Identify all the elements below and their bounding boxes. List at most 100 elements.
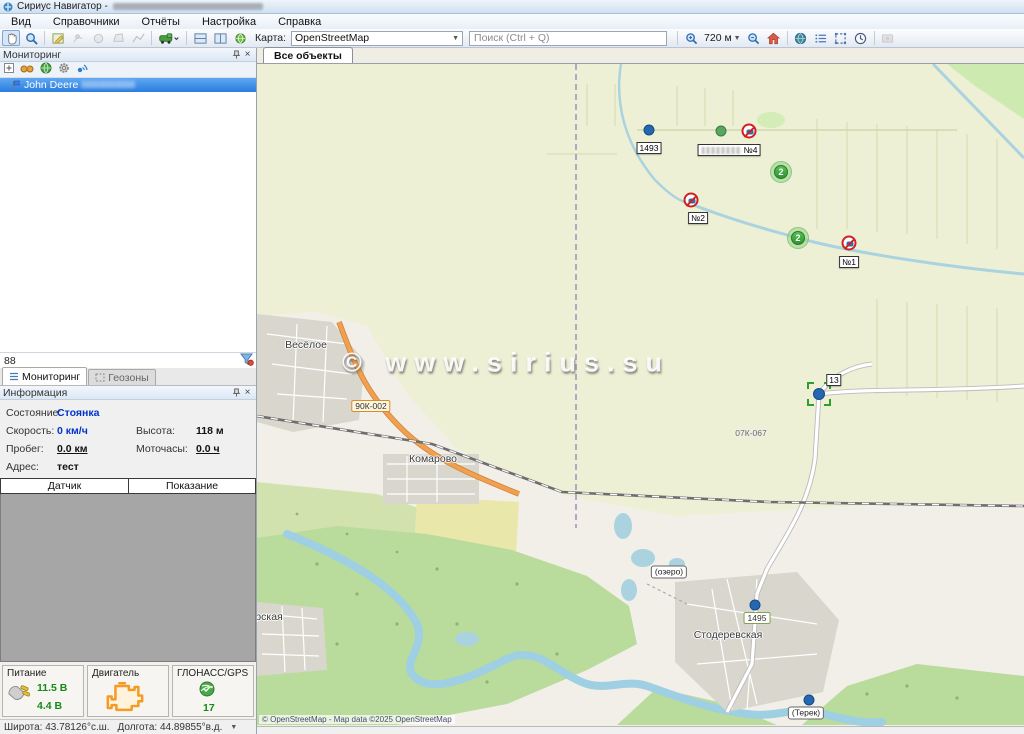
zoom-in-icon[interactable] [682, 30, 700, 46]
pan-tool-icon[interactable] [2, 30, 20, 46]
flag-icon [12, 80, 21, 90]
history-clock-icon[interactable] [852, 30, 870, 46]
screenshot-icon[interactable] [879, 30, 897, 46]
chevron-down-icon: ▼ [734, 35, 741, 42]
vehicle-dot-marker[interactable] [750, 600, 761, 611]
no-water-marker[interactable] [842, 236, 857, 251]
satellites-count: 17 [203, 702, 215, 714]
search-input[interactable] [470, 32, 666, 44]
geozones-frame-icon[interactable] [832, 30, 850, 46]
mileage-value: 0.0 км [57, 443, 88, 455]
menu-bar: Вид Справочники Отчёты Настройка Справка [0, 14, 1024, 29]
sensors-table-body[interactable] [0, 494, 256, 662]
show-on-map-icon[interactable] [40, 62, 52, 77]
column-reading: Показание [129, 479, 255, 493]
marker-label: 1493 [637, 142, 662, 154]
globe-icon[interactable] [792, 30, 810, 46]
address-value: тест [57, 461, 79, 473]
menu-directories[interactable]: Справочники [42, 16, 131, 28]
split-screen-vertical-icon[interactable] [211, 30, 229, 46]
gps-gauge: ГЛОНАСС/GPS 17 [172, 665, 254, 717]
green-dot-marker[interactable] [716, 126, 727, 137]
legend-list-icon[interactable] [812, 30, 830, 46]
tab-monitoring[interactable]: Мониторинг [2, 367, 87, 385]
map-provider-select[interactable]: OpenStreetMap▼ [291, 31, 463, 46]
objects-tree[interactable]: John Deere 8888888888 [0, 78, 256, 352]
close-icon[interactable]: × [242, 49, 253, 60]
chevron-down-icon: ▼ [452, 35, 459, 42]
hours-label: Моточасы: [136, 443, 188, 455]
add-track-point-icon[interactable] [69, 30, 87, 46]
altitude-value: 118 м [196, 425, 224, 437]
map-3d-icon[interactable] [231, 30, 249, 46]
search-objects-icon[interactable] [20, 63, 34, 77]
redacted-title-text [113, 3, 263, 10]
state-value: Стоянка [57, 407, 99, 419]
zoom-out-icon[interactable] [745, 30, 763, 46]
info-panel-header: Информация × [0, 386, 256, 400]
chevron-down-icon[interactable]: ▼ [230, 724, 237, 731]
expand-all-icon[interactable] [4, 63, 14, 76]
altitude-label: Высота: [136, 425, 175, 437]
monitoring-toolbar [0, 62, 256, 78]
address-label: Адрес: [6, 461, 39, 473]
marker-label: №2 [688, 212, 708, 224]
power-plug-icon [6, 682, 30, 703]
menu-view[interactable]: Вид [0, 16, 42, 28]
satellite-icon [199, 681, 215, 697]
power-gauge: Питание 11.5 В 4.4 В [2, 665, 84, 717]
scale-select[interactable]: 720 м▼ [702, 32, 743, 44]
engine-icon [104, 682, 146, 712]
state-label: Состояние: [6, 407, 61, 419]
marker-label: 13 [826, 374, 841, 386]
cluster-marker[interactable]: 2 [770, 161, 792, 183]
gauges-row: Питание 11.5 В 4.4 В Двигатель ГЛОНАСС/G… [0, 662, 256, 719]
add-polyline-geozone-icon[interactable] [129, 30, 147, 46]
add-circle-geozone-icon[interactable] [89, 30, 107, 46]
monitoring-panel-title: Мониторинг [3, 49, 61, 61]
place-label: Стодеревская [694, 629, 763, 641]
no-water-marker[interactable] [742, 124, 757, 139]
engine-label: Двигатель [92, 668, 164, 679]
frame-icon [95, 373, 105, 382]
mileage-label: Пробег: [6, 443, 44, 455]
filter-input[interactable] [2, 354, 240, 368]
menu-reports[interactable]: Отчёты [131, 16, 191, 28]
no-water-marker[interactable] [684, 193, 699, 208]
home-icon[interactable] [765, 30, 783, 46]
settings-gear-icon[interactable] [58, 62, 70, 77]
vehicle-dot-marker[interactable] [804, 695, 815, 706]
vehicle-dot-marker[interactable] [644, 125, 655, 136]
vehicle-name: John Deere [24, 79, 78, 91]
filter-funnel-icon[interactable] [240, 353, 254, 369]
pin-icon[interactable] [231, 49, 242, 60]
info-panel-title: Информация [3, 387, 67, 399]
filter-row [0, 352, 256, 368]
map-canvas[interactable]: ВесёлоеКомаровоСтодеревскаярская90К-0020… [257, 64, 1024, 726]
marker-label: №1 [839, 256, 859, 268]
road-ref-label: 90К-002 [351, 400, 390, 412]
edit-map-icon[interactable] [49, 30, 67, 46]
cluster-marker[interactable]: 2 [787, 227, 809, 249]
column-sensor: Датчик [1, 479, 129, 493]
voltage-backup: 4.4 В [37, 700, 62, 712]
tree-item-vehicle[interactable]: John Deere 8888888888 [0, 78, 256, 92]
menu-help[interactable]: Справка [267, 16, 332, 28]
split-screen-horizontal-icon[interactable] [191, 30, 209, 46]
vehicles-menu-icon[interactable] [156, 30, 182, 46]
masked-marker-label: №4 [698, 144, 761, 156]
send-command-icon[interactable] [76, 62, 88, 77]
place-label: рская [257, 611, 283, 623]
add-polygon-geozone-icon[interactable] [109, 30, 127, 46]
tab-geozones[interactable]: Геозоны [88, 369, 155, 385]
map-tab-all-objects[interactable]: Все объекты [263, 47, 353, 63]
zoom-select-icon[interactable] [22, 30, 40, 46]
menu-settings[interactable]: Настройка [191, 16, 267, 28]
bottom-strip [257, 726, 1024, 734]
speed-value: 0 км/ч [57, 425, 88, 437]
pin-icon[interactable] [231, 387, 242, 398]
list-icon [9, 372, 19, 381]
close-icon[interactable]: × [242, 387, 253, 398]
monitoring-panel-header: Мониторинг × [0, 48, 256, 62]
water-label: (озеро) [651, 566, 687, 579]
